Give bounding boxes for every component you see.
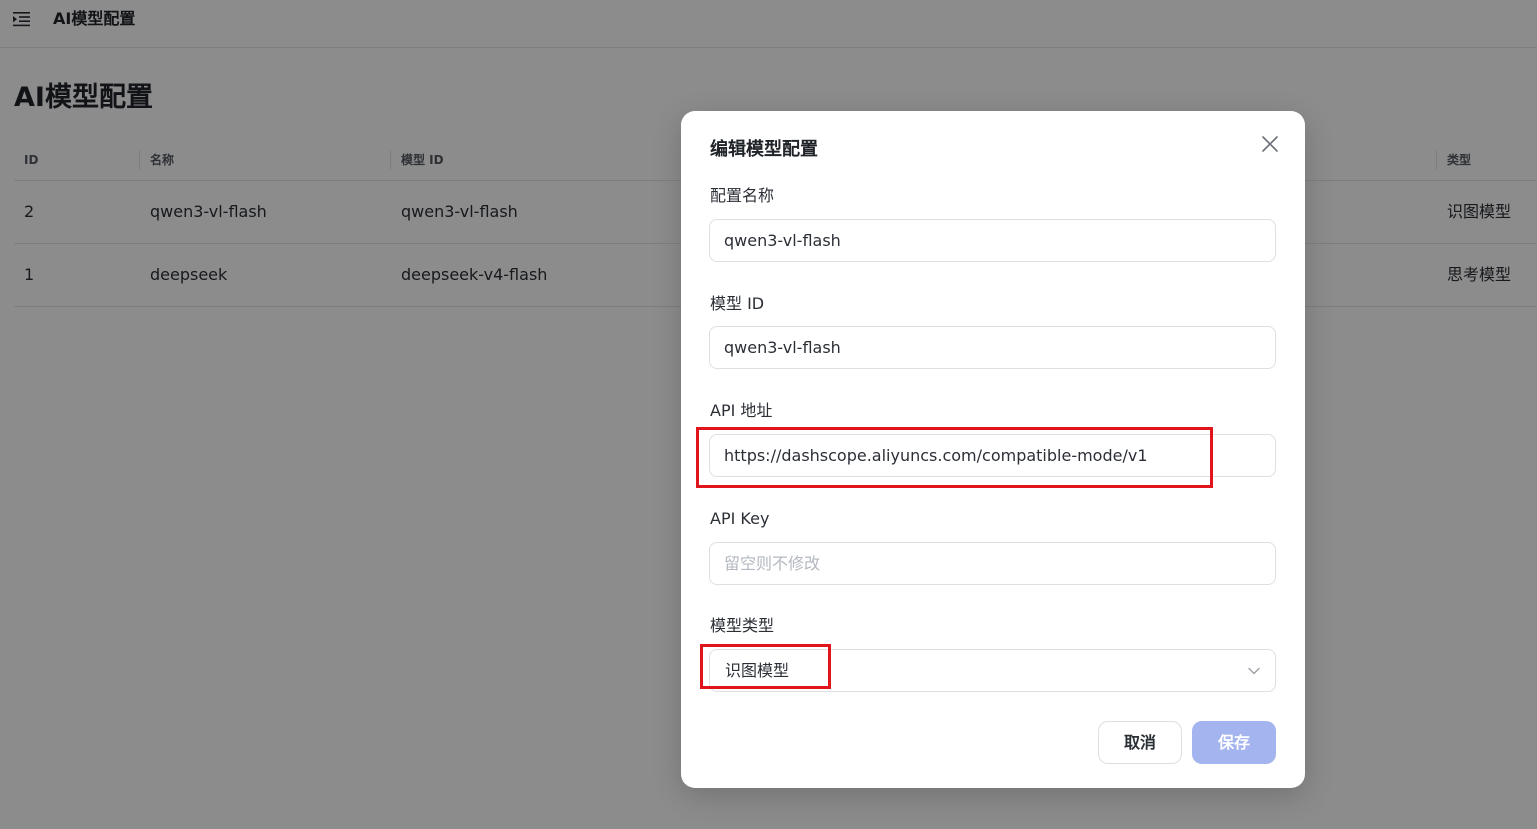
app-page: AI模型配置 AI模型配置 ID 名称 模型 ID 类型 2 qwen3-vl-…	[0, 0, 1537, 829]
api-url-input[interactable]	[709, 434, 1276, 477]
model-type-label: 模型类型	[710, 616, 775, 635]
config-name-input[interactable]	[709, 219, 1276, 262]
config-name-label: 配置名称	[710, 186, 775, 205]
edit-model-config-dialog: 编辑模型配置 配置名称 模型 ID API 地址 API Key 模型类型 识图…	[681, 111, 1305, 788]
api-url-label: API 地址	[710, 401, 773, 420]
model-id-label: 模型 ID	[710, 294, 765, 313]
model-id-input[interactable]	[709, 326, 1276, 369]
api-key-label: API Key	[710, 509, 770, 528]
chevron-down-icon	[1248, 667, 1260, 675]
api-key-input[interactable]	[709, 542, 1276, 585]
model-type-select[interactable]: 识图模型	[709, 649, 1276, 692]
dialog-title: 编辑模型配置	[710, 139, 818, 160]
cancel-button[interactable]: 取消	[1098, 721, 1182, 764]
close-icon[interactable]	[1261, 135, 1279, 153]
save-button[interactable]: 保存	[1192, 721, 1276, 764]
model-type-selected-value: 识图模型	[725, 661, 790, 680]
